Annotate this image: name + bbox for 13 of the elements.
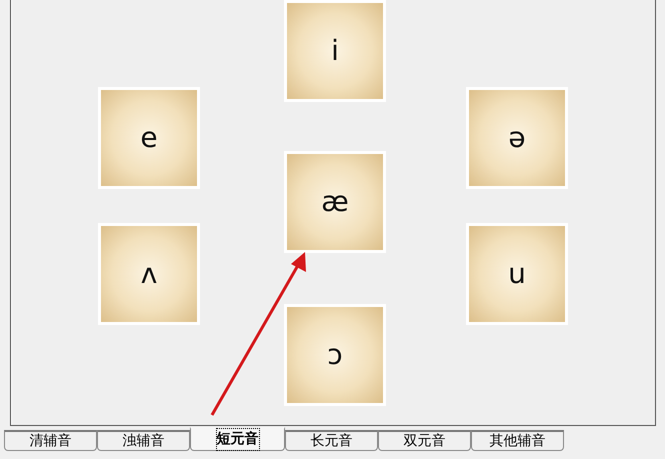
phonetic-card[interactable]: i bbox=[284, 0, 386, 102]
phonetic-card[interactable]: ə bbox=[466, 87, 568, 189]
tab[interactable]: 浊辅音 bbox=[97, 430, 190, 451]
tab[interactable]: 双元音 bbox=[378, 430, 471, 451]
phonetic-card[interactable]: u bbox=[466, 223, 568, 325]
phonetic-card[interactable]: æ bbox=[284, 151, 386, 253]
phonetic-card[interactable]: ʌ bbox=[98, 223, 200, 325]
tab[interactable]: 长元音 bbox=[285, 430, 378, 451]
tab[interactable]: 清辅音 bbox=[4, 430, 97, 451]
phonetic-card[interactable]: e bbox=[98, 87, 200, 189]
tab[interactable]: 短元音 bbox=[190, 427, 285, 451]
phonetic-card[interactable]: ɔ bbox=[284, 304, 386, 406]
tab[interactable]: 其他辅音 bbox=[471, 430, 564, 451]
